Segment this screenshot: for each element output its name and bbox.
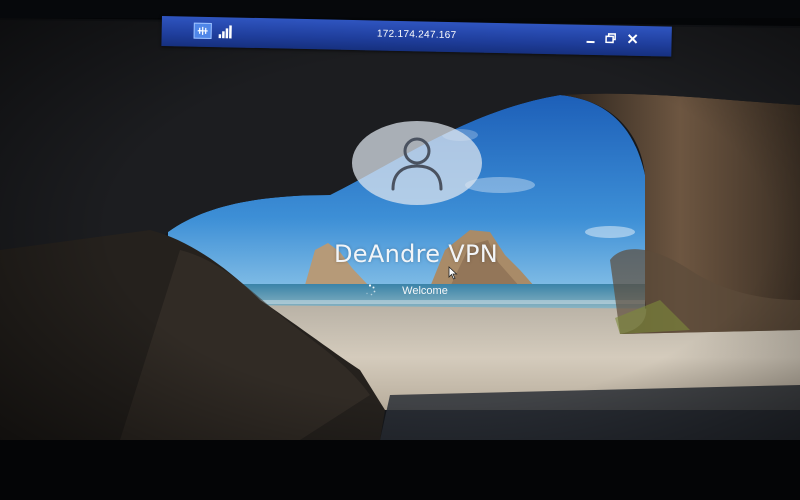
mouse-pointer-icon [448, 266, 458, 280]
user-avatar-icon [352, 121, 482, 205]
lock-screen: DeAndre VPN Welcome [0, 0, 800, 500]
user-name-label: DeAndre VPN [334, 240, 498, 268]
close-icon[interactable] [625, 32, 639, 46]
loading-spinner-icon [366, 284, 376, 296]
minimize-icon[interactable] [583, 31, 597, 45]
welcome-status-text: Welcome [402, 285, 448, 297]
photo-frame: DeAndre VPN Welcome 172.174.247.167 [0, 0, 800, 500]
restore-icon[interactable] [603, 31, 617, 45]
